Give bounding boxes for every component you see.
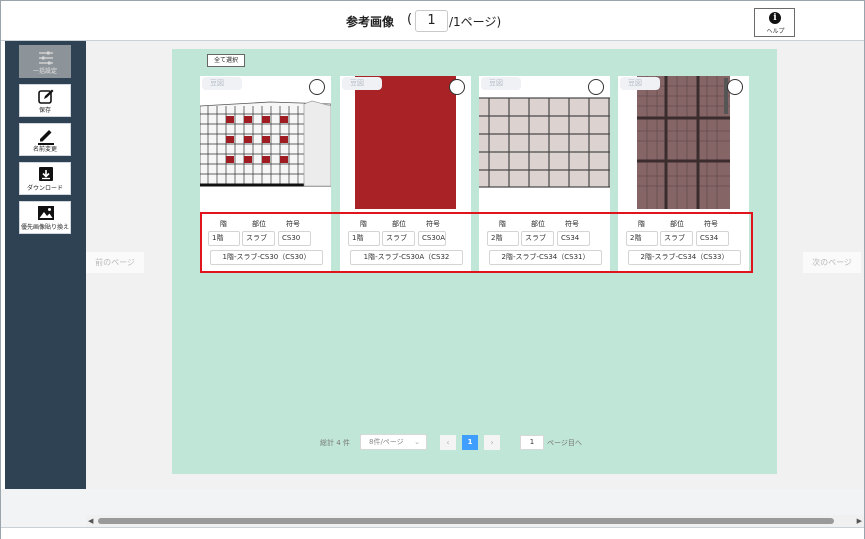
pagination-total: 総計 4 件 bbox=[320, 439, 350, 447]
save-button[interactable]: 保存 bbox=[19, 84, 71, 117]
download-button[interactable]: ダウンロード bbox=[19, 162, 71, 195]
replace-image-button[interactable]: 優先画像貼り換え bbox=[19, 201, 71, 234]
card-image bbox=[618, 76, 749, 209]
scrollbar-thumb[interactable] bbox=[98, 518, 834, 524]
sidebar-item-label: 優先画像貼り換え bbox=[20, 224, 69, 231]
scroll-left-icon[interactable]: ◀ bbox=[88, 515, 93, 527]
card-select-radio[interactable] bbox=[588, 79, 604, 95]
page-count-label: /1ページ) bbox=[449, 15, 502, 29]
page-title: 参考画像 bbox=[346, 15, 395, 29]
sidebar-item-label: 名前変更 bbox=[32, 146, 57, 153]
highlight-box bbox=[200, 212, 753, 273]
edit-icon bbox=[38, 89, 54, 104]
app-window: 参考画像 ( 1 /1ページ) i ヘルプ 一括設定 保存 名前変更 ダウンロー… bbox=[0, 0, 865, 539]
next-page-button[interactable]: 次のページ bbox=[803, 252, 861, 273]
card-select-radio[interactable] bbox=[727, 79, 743, 95]
sidebar-item-label: 保存 bbox=[38, 107, 51, 114]
card-image bbox=[479, 76, 610, 209]
image-icon bbox=[38, 206, 54, 220]
goto-page-label: ページ目へ bbox=[547, 439, 582, 447]
download-icon bbox=[39, 167, 53, 181]
prev-page-button[interactable]: 前のページ bbox=[86, 252, 144, 273]
card-tag: 豆図 bbox=[481, 77, 521, 90]
header-bar: 参考画像 ( 1 /1ページ) i ヘルプ bbox=[1, 1, 864, 41]
pagination-prev-button[interactable]: ‹ bbox=[440, 435, 456, 450]
page-size-value: 8件/ページ bbox=[369, 438, 404, 446]
help-label: ヘルプ bbox=[766, 28, 785, 35]
scroll-right-icon[interactable]: ▶ bbox=[857, 515, 862, 527]
sidebar: 一括設定 保存 名前変更 ダウンロード 優先画像貼り換え bbox=[5, 41, 86, 489]
card-select-radio[interactable] bbox=[449, 79, 465, 95]
card-image bbox=[340, 76, 471, 209]
page-size-select[interactable]: 8件/ページ ⌄ bbox=[360, 434, 427, 450]
pagination-next-button[interactable]: › bbox=[484, 435, 500, 450]
sidebar-item-label: ダウンロード bbox=[26, 185, 63, 192]
page-paren: ( bbox=[407, 12, 413, 27]
help-button[interactable]: i ヘルプ bbox=[754, 8, 795, 37]
pagination-page-1[interactable]: 1 bbox=[462, 435, 478, 450]
select-all-button[interactable]: 全て選択 bbox=[207, 54, 245, 67]
bottom-bar bbox=[1, 527, 864, 539]
rename-button[interactable]: 名前変更 bbox=[19, 123, 71, 156]
sliders-icon bbox=[39, 51, 53, 65]
pen-icon bbox=[38, 130, 54, 145]
card-tag: 豆図 bbox=[342, 77, 382, 90]
card-image bbox=[200, 76, 331, 209]
card-select-radio[interactable] bbox=[309, 79, 325, 95]
card-tag: 豆図 bbox=[620, 77, 660, 90]
card-tag: 豆図 bbox=[202, 77, 242, 90]
chevron-down-icon: ⌄ bbox=[414, 438, 420, 446]
bulk-settings-button[interactable]: 一括設定 bbox=[19, 45, 71, 78]
horizontal-scrollbar[interactable]: ◀ ▶ bbox=[86, 515, 864, 527]
goto-page-input[interactable]: 1 bbox=[520, 435, 544, 450]
sidebar-item-label: 一括設定 bbox=[32, 68, 57, 75]
info-icon: i bbox=[769, 12, 781, 24]
page-number-input[interactable]: 1 bbox=[415, 10, 448, 32]
